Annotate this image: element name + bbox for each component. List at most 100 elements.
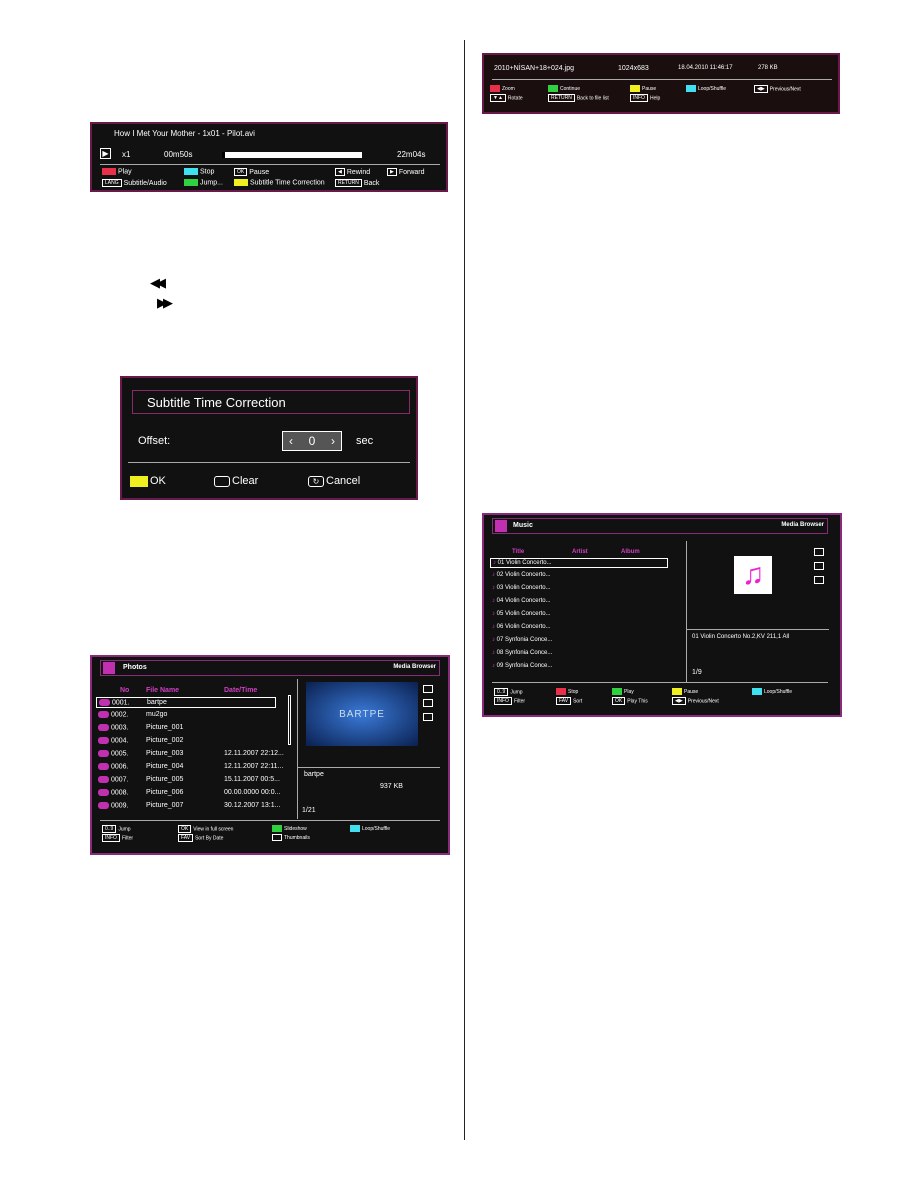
legend-jump: Jump... xyxy=(184,179,223,186)
legend-jump: 0..9 Jump xyxy=(102,825,131,833)
legend-back: RETURN Back xyxy=(335,179,379,187)
header: Photos Media Browser xyxy=(100,660,440,676)
folder-icon xyxy=(98,802,109,809)
speed: x1 xyxy=(122,150,131,159)
track-list-item[interactable]: ♪ 05 Violin Concerto... xyxy=(490,610,668,618)
legend-loop: Loop/Shuffle xyxy=(686,85,726,92)
ok-button[interactable]: OK xyxy=(130,475,166,487)
header: Music Media Browser xyxy=(492,518,828,534)
col-file-name: File Name xyxy=(146,687,180,694)
photo-list-item[interactable]: 0006. Picture_004 12.11.2007 22:11... xyxy=(96,762,283,771)
dialog-title: Subtitle Time Correction xyxy=(132,390,410,414)
divider xyxy=(100,164,440,165)
repeat-icon xyxy=(423,685,433,693)
media-browser-label: Media Browser xyxy=(781,522,824,528)
track-list-item[interactable]: ♪ 09 Synfonia Conce... xyxy=(490,662,668,670)
folder-icon xyxy=(98,711,109,718)
column-divider xyxy=(464,40,465,1140)
col-title: Title xyxy=(512,549,525,555)
vertical-divider xyxy=(686,541,687,683)
info-divider xyxy=(298,767,440,768)
legend-jump: 0..9 Jump xyxy=(494,688,523,696)
date: 18.04.2010 11:46:17 xyxy=(678,65,733,71)
total-time: 22m04s xyxy=(397,150,426,159)
track-list-item[interactable]: ♪ 07 Synfonia Conce... xyxy=(490,636,668,644)
photo-view-bar: 2010+NİSAN+18+024.jpg 1024x683 18.04.201… xyxy=(482,53,840,114)
stop-icon xyxy=(423,713,433,721)
divider xyxy=(492,79,832,80)
legend-play: Play xyxy=(612,688,634,695)
legend-rotate: ▼▲ Rotate xyxy=(490,94,523,102)
offset-unit: sec xyxy=(356,435,374,447)
legend-subtitle-correction: Subtitle Time Correction xyxy=(234,179,325,186)
increment-icon[interactable]: › xyxy=(331,434,335,448)
track-list-item[interactable]: ♪ 08 Synfonia Conce... xyxy=(490,649,668,657)
folder-icon xyxy=(98,724,109,731)
legend-filter: INFO Filter xyxy=(494,697,525,705)
photo-list-item[interactable]: 0005. Picture_003 12.11.2007 22:12... xyxy=(96,749,284,758)
info-name: bartpe xyxy=(304,771,324,778)
page-indicator: 1/9 xyxy=(692,669,702,676)
cancel-icon: ↻ xyxy=(308,475,324,487)
photo-list-item[interactable]: 0004. Picture_002 xyxy=(96,736,276,745)
rewind-icon: ◀◀ xyxy=(150,275,166,290)
track-list-item[interactable]: ♪ 01 Violin Concerto... xyxy=(490,558,668,568)
photo-preview: BARTPE xyxy=(306,682,418,746)
legend-subtitle-audio: LANG Subtitle/Audio xyxy=(102,179,167,187)
decrement-icon[interactable]: ‹ xyxy=(289,434,293,448)
vertical-divider xyxy=(297,679,298,819)
file-size: 278 KB xyxy=(758,65,778,71)
legend-play-this: OK Play This xyxy=(612,697,648,705)
folder-icon xyxy=(98,763,109,770)
legend-help: INFO Help xyxy=(630,94,660,102)
photo-list-item[interactable]: 0003. Picture_001 xyxy=(96,723,276,732)
photo-list-item[interactable]: 0009. Picture_007 30.12.2007 13:1... xyxy=(96,801,280,810)
subtitle-time-correction-dialog: Subtitle Time Correction Offset: ‹ 0 › sec… xyxy=(120,376,418,500)
progress-bar[interactable] xyxy=(222,152,362,158)
offset-value: 0 xyxy=(308,434,316,448)
music-note-artwork: ♫ xyxy=(734,556,772,594)
legend-loop: Loop/Shuffle xyxy=(752,688,792,695)
music-note-icon: ♪ xyxy=(493,560,496,566)
video-playback-bar: How I Met Your Mother - 1x01 - Pilot.avi… xyxy=(90,122,448,192)
info-divider xyxy=(687,629,829,630)
legend-fullscreen: OK View in full screen xyxy=(178,825,233,833)
offset-stepper[interactable]: ‹ 0 › xyxy=(282,431,342,451)
photo-list-item[interactable]: 0002. mu2go xyxy=(96,710,276,719)
track-info: 01 Violin Concerto No.2,KV 211,1 All xyxy=(692,634,790,640)
photos-icon xyxy=(103,662,115,674)
media-browser-label: Media Browser xyxy=(393,664,436,670)
folder-icon xyxy=(99,699,110,706)
photo-list-item[interactable]: 0001. bartpe xyxy=(96,697,276,709)
music-note-icon: ♪ xyxy=(492,572,495,578)
cancel-button[interactable]: ↻ Cancel xyxy=(308,475,360,487)
screen-title: Photos xyxy=(123,664,147,671)
legend-sort: FAV Sort By Date xyxy=(178,834,223,842)
music-note-icon: ♪ xyxy=(492,637,495,643)
file-name: 2010+NİSAN+18+024.jpg xyxy=(494,65,574,72)
col-album: Album xyxy=(621,549,640,555)
stop-icon xyxy=(814,576,824,584)
music-icon xyxy=(495,520,507,532)
track-list-item[interactable]: ♪ 03 Violin Concerto... xyxy=(490,584,668,592)
track-list-item[interactable]: ♪ 06 Violin Concerto... xyxy=(490,623,668,631)
page-indicator: 1/21 xyxy=(302,807,316,814)
clear-button[interactable]: Clear xyxy=(214,475,258,487)
legend-pause: Pause xyxy=(672,688,698,695)
legend-prev-next: ◀▶ Previous/Next xyxy=(754,85,801,93)
photos-browser: Photos Media Browser No File Name Date/T… xyxy=(90,655,450,855)
track-list-item[interactable]: ♪ 02 Violin Concerto... xyxy=(490,571,668,579)
screen-title: Music xyxy=(513,522,533,529)
music-browser: Music Media Browser Title Artist Album ♪… xyxy=(482,513,842,717)
divider xyxy=(100,820,440,821)
clear-icon xyxy=(214,475,230,487)
photo-list-item[interactable]: 0007. Picture_005 15.11.2007 00:5... xyxy=(96,775,280,784)
folder-icon xyxy=(98,750,109,757)
legend-stop: Stop xyxy=(184,168,214,175)
divider xyxy=(492,682,828,683)
photo-list-item[interactable]: 0008. Picture_006 00.00.0000 00:0... xyxy=(96,788,280,797)
track-list-item[interactable]: ♪ 04 Violin Concerto... xyxy=(490,597,668,605)
legend-prev-next: ◀▶ Previous/Next xyxy=(672,697,719,705)
scrollbar[interactable] xyxy=(288,695,291,745)
shuffle-icon xyxy=(814,562,824,570)
